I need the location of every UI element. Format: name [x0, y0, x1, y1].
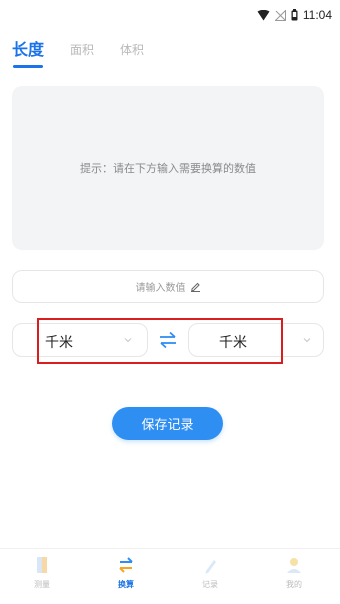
unit-selector-row: 千米 千米	[12, 323, 324, 357]
nav-label-convert: 换算	[118, 580, 134, 589]
save-record-button[interactable]: 保存记录	[112, 407, 223, 440]
user-icon	[287, 558, 301, 573]
prompt-text: 提示：请在下方输入需要换算的数值	[80, 162, 256, 175]
chevron-down-icon	[124, 338, 132, 343]
bottom-nav: 测量 换算 记录 我的	[0, 548, 340, 604]
swap-units-icon[interactable]	[158, 331, 178, 349]
battery-icon	[291, 9, 298, 21]
nav-item-records[interactable]: 记录	[180, 555, 240, 590]
nav-item-measure[interactable]: 测量	[12, 555, 72, 590]
result-panel: 提示：请在下方输入需要换算的数值	[12, 86, 324, 250]
no-signal-icon	[274, 9, 286, 21]
to-unit-label: 千米	[219, 335, 247, 351]
chevron-down-icon	[303, 338, 311, 343]
nav-label-records: 记录	[202, 580, 218, 589]
unit-category-tabs: 长度 面积 体积	[12, 38, 170, 68]
value-input[interactable]: 请输入数值	[12, 270, 324, 303]
tab-area[interactable]: 面积	[70, 38, 94, 62]
from-unit-select[interactable]: 千米	[12, 323, 148, 357]
wifi-icon	[257, 9, 270, 20]
nav-label-measure: 测量	[34, 580, 50, 589]
status-time: 11:04	[302, 8, 332, 22]
nav-label-mine: 我的	[286, 580, 302, 589]
to-unit-select[interactable]: 千米	[188, 323, 324, 357]
tab-volume[interactable]: 体积	[120, 38, 144, 62]
nav-item-convert[interactable]: 换算	[96, 555, 156, 590]
value-input-placeholder: 请输入数值	[135, 283, 186, 294]
nav-item-mine[interactable]: 我的	[264, 555, 324, 590]
tab-length[interactable]: 长度	[12, 38, 44, 68]
status-bar: 11:04	[0, 0, 340, 30]
ruler-icon	[37, 557, 47, 573]
convert-icon	[119, 557, 133, 573]
pen-icon	[205, 560, 216, 574]
from-unit-label: 千米	[45, 335, 73, 351]
pencil-icon	[190, 282, 200, 292]
status-icons: 11:04	[257, 7, 332, 23]
